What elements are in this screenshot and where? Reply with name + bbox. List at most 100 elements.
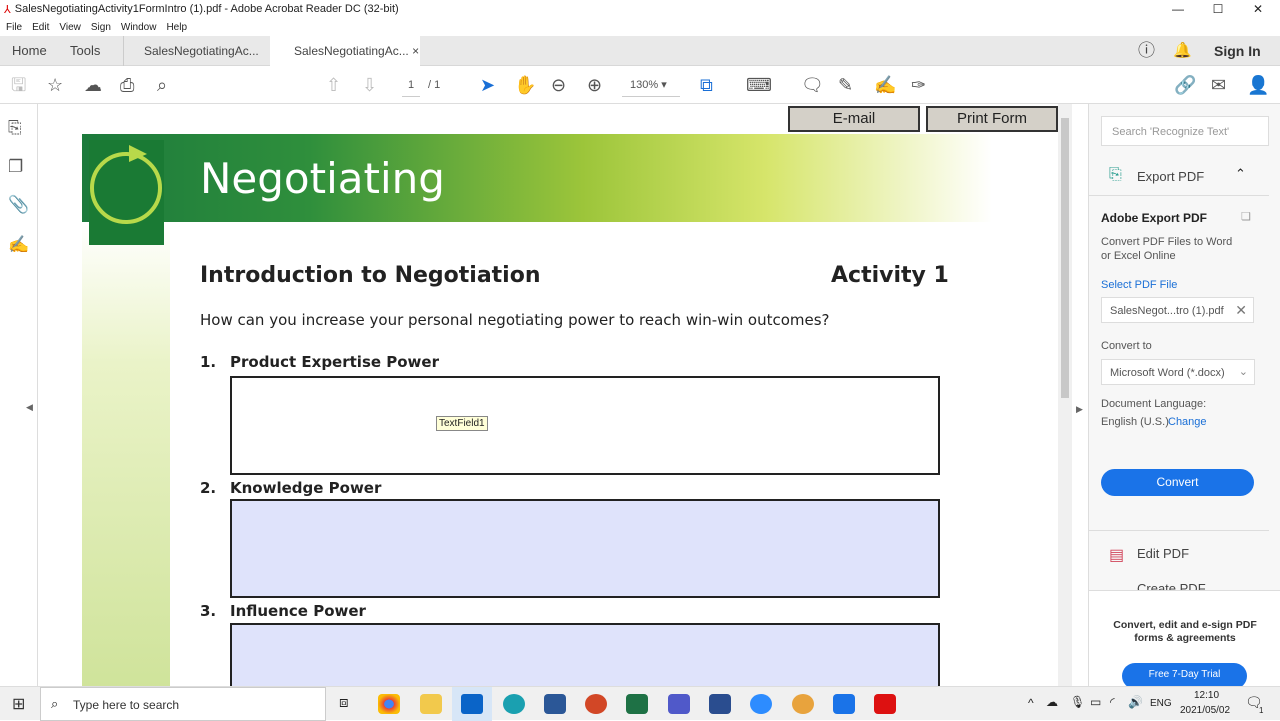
draw-icon[interactable]: ✍ — [874, 74, 896, 96]
recognize-text-search[interactable]: Search 'Recognize Text' — [1101, 116, 1269, 146]
chevron-up-icon[interactable]: ⌃ — [1235, 166, 1246, 182]
select-tool-icon[interactable]: ➤ — [480, 74, 495, 96]
change-language-link[interactable]: Change — [1168, 416, 1207, 428]
pages-icon[interactable]: ❐ — [8, 157, 23, 177]
remove-file-icon[interactable]: ✕ — [1235, 302, 1247, 319]
powerpoint-icon[interactable] — [585, 694, 607, 714]
bookmarks-icon[interactable]: ⎘ — [8, 118, 22, 138]
menu-file[interactable]: File — [6, 22, 22, 33]
sign-in-button[interactable]: Sign In — [1214, 36, 1261, 66]
upload-cloud-icon[interactable]: ☁ — [84, 74, 102, 96]
zoom-select[interactable]: 130% ▾ — [622, 74, 680, 97]
format-select[interactable]: Microsoft Word (*.docx) ⌄ — [1101, 359, 1255, 385]
language-indicator[interactable]: ENG — [1150, 698, 1172, 709]
wifi-icon[interactable]: ◜ — [1110, 695, 1115, 709]
copy-icon[interactable]: ❏ — [1241, 210, 1251, 223]
taskbar: ⊞ ⌕ Type here to search ⧈ ^ ☁ 🎙 ▭ ◜ 🔊 EN… — [0, 686, 1280, 721]
email-icon[interactable]: ✉ — [1211, 74, 1226, 96]
onedrive-icon[interactable]: ☁ — [1046, 695, 1058, 709]
windows-start-icon[interactable]: ⊞ — [12, 694, 25, 714]
print-icon[interactable]: ⎙ — [120, 74, 134, 96]
file-explorer-icon[interactable] — [420, 694, 442, 714]
expand-right-arrow[interactable]: ▶ — [1076, 404, 1083, 415]
convert-button[interactable]: Convert — [1101, 469, 1254, 496]
clock-time[interactable]: 12:10 — [1194, 690, 1219, 701]
edit-pdf-tool[interactable]: Edit PDF — [1137, 546, 1189, 561]
teams-icon[interactable] — [668, 694, 690, 714]
document-view[interactable]: E-mail Print Form Negotiating Introducti… — [38, 104, 1058, 686]
close-button[interactable]: ✕ — [1238, 0, 1278, 18]
save-icon[interactable]: 🖫 — [11, 74, 26, 96]
text-field-1[interactable] — [230, 376, 940, 475]
text-field-3[interactable] — [230, 623, 940, 686]
edge-icon[interactable] — [503, 694, 525, 714]
select-file-label: Select PDF File — [1101, 279, 1178, 291]
highlight-icon[interactable]: ✎ — [838, 74, 853, 96]
tab-home[interactable]: Home — [12, 36, 47, 66]
share-link-icon[interactable]: 🔗 — [1174, 74, 1196, 96]
hand-tool-icon[interactable]: ✋ — [514, 74, 536, 96]
word-icon[interactable] — [544, 694, 566, 714]
zoom-app-icon[interactable] — [750, 694, 772, 714]
menu-window[interactable]: Window — [121, 22, 157, 33]
text-field-2[interactable] — [230, 499, 940, 598]
page-number-input[interactable]: 1 — [402, 74, 420, 97]
search-icon[interactable]: ⌕ — [157, 74, 167, 96]
collapse-left-arrow[interactable]: ◀ — [26, 402, 33, 413]
previous-page-icon[interactable]: ⇧ — [326, 74, 341, 96]
tab-document-2[interactable]: SalesNegotiatingAc... × — [270, 36, 420, 66]
menu-help[interactable]: Help — [166, 22, 187, 33]
banner-title: Negotiating — [200, 154, 445, 203]
item-label: Product Expertise Power — [230, 353, 439, 371]
selected-file: SalesNegot...tro (1).pdf ✕ — [1101, 297, 1254, 323]
signature-icon[interactable]: ✍ — [8, 235, 29, 255]
zoom-in-icon[interactable]: ⊕ — [587, 74, 602, 96]
fill-sign-icon[interactable]: ✑ — [911, 74, 926, 96]
search-icon: ⌕ — [51, 696, 59, 711]
print-form-button[interactable]: Print Form — [926, 106, 1058, 132]
outlook-taskbar-active[interactable] — [452, 687, 492, 721]
excel-icon[interactable] — [626, 694, 648, 714]
item-number: 2. — [200, 479, 217, 497]
app-icon[interactable] — [792, 694, 814, 714]
docs-icon[interactable] — [833, 694, 855, 714]
task-view-icon[interactable]: ⧈ — [339, 694, 349, 711]
add-user-icon[interactable]: 👤 — [1247, 74, 1269, 96]
field-tooltip: TextField1 — [436, 416, 488, 431]
menu-view[interactable]: View — [59, 22, 81, 33]
chrome-icon[interactable] — [378, 694, 400, 714]
app-icon[interactable] — [709, 694, 731, 714]
export-description: Convert PDF Files to Word or Excel Onlin… — [1101, 236, 1233, 262]
attachment-icon[interactable]: 📎 — [8, 195, 29, 215]
system-tray-chevron-icon[interactable]: ^ — [1028, 696, 1034, 710]
microphone-icon[interactable]: 🎙 — [1070, 695, 1085, 709]
document-scrollbar[interactable] — [1058, 104, 1072, 686]
acrobat-taskbar-icon[interactable] — [874, 694, 896, 714]
comment-icon[interactable]: 🗨 — [801, 74, 824, 96]
zoom-out-icon[interactable]: ⊖ — [551, 74, 566, 96]
star-icon[interactable]: ☆ — [47, 74, 63, 96]
format-value: Microsoft Word (*.docx) — [1110, 367, 1225, 379]
tab-close-icon[interactable]: × — [412, 44, 419, 58]
minimize-button[interactable]: — — [1158, 0, 1198, 18]
menu-edit[interactable]: Edit — [32, 22, 49, 33]
export-pdf-header[interactable]: ⎘ Export PDF ⌃ — [1089, 156, 1269, 196]
fit-page-icon[interactable]: ⧉ — [700, 74, 713, 96]
clock-date[interactable]: 2021/05/02 — [1180, 705, 1230, 716]
create-pdf-tool[interactable]: Create PDF — [1089, 580, 1269, 590]
tab-document-1[interactable]: SalesNegotiatingAc... — [123, 36, 270, 66]
maximize-button[interactable]: ☐ — [1198, 0, 1238, 18]
menu-sign[interactable]: Sign — [91, 22, 111, 33]
volume-icon[interactable]: 🔊 — [1128, 695, 1143, 709]
tab-tools[interactable]: Tools — [70, 36, 100, 66]
help-icon[interactable]: ⓘ — [1138, 36, 1155, 66]
activity-label: Activity 1 — [831, 263, 949, 288]
scrollbar-thumb[interactable] — [1061, 118, 1069, 398]
promo-text: Convert, edit and e-sign PDF forms & agr… — [1113, 619, 1257, 644]
battery-icon[interactable]: ▭ — [1090, 695, 1101, 709]
bell-icon[interactable]: 🔔 — [1173, 36, 1192, 66]
email-form-button[interactable]: E-mail — [788, 106, 920, 132]
taskbar-search[interactable]: ⌕ Type here to search — [40, 687, 326, 721]
next-page-icon[interactable]: ⇩ — [362, 74, 377, 96]
scroll-mode-icon[interactable]: ⌨ — [746, 74, 772, 96]
